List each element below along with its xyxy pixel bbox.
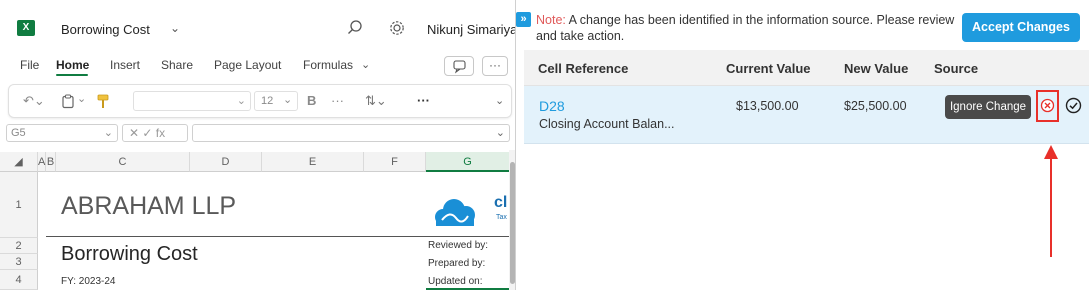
tab-file[interactable]: File — [20, 58, 39, 72]
sort-filter-icon[interactable]: ⇅⌄ — [365, 93, 387, 109]
name-box[interactable]: G5 ⌄ — [6, 124, 118, 142]
column-header-e[interactable]: E — [262, 152, 364, 172]
excel-window: X Borrowing Cost ⌄ Nikunj Simariya File … — [0, 0, 516, 290]
company-name-cell[interactable]: ABRAHAM LLP — [61, 192, 236, 221]
updated-on-cell[interactable]: Updated on: — [428, 276, 483, 287]
row-header-2[interactable]: 2 — [0, 238, 38, 254]
excel-titlebar: X Borrowing Cost ⌄ Nikunj Simariya — [0, 0, 515, 50]
tab-home[interactable]: Home — [56, 58, 89, 72]
cell-reference-link[interactable]: D28 — [539, 98, 565, 114]
gear-icon[interactable] — [388, 19, 406, 37]
column-header-g[interactable]: G — [426, 152, 510, 172]
header-divider — [46, 236, 510, 237]
firm-logo-subtext: Tax — [496, 214, 507, 221]
reviewed-by-cell[interactable]: Reviewed by: — [428, 240, 488, 251]
document-title[interactable]: Borrowing Cost — [61, 22, 150, 37]
changes-table-header: Cell Reference Current Value New Value S… — [524, 50, 1089, 86]
screenshot-root: X Borrowing Cost ⌄ Nikunj Simariya File … — [0, 0, 1089, 290]
formula-input[interactable]: ⌄ — [192, 124, 510, 142]
font-size-value: 12 — [261, 95, 274, 107]
ignore-change-tooltip: Ignore Change — [945, 95, 1031, 119]
column-header-b[interactable]: B — [46, 152, 56, 172]
clipboard-icon[interactable] — [61, 94, 75, 109]
user-name[interactable]: Nikunj Simariya — [427, 22, 515, 37]
font-size-select[interactable]: 12 ⌄ — [254, 91, 298, 111]
ribbon-expand-chevron-icon[interactable]: ⌄ — [495, 94, 504, 107]
fiscal-year-cell[interactable]: FY: 2023-24 — [61, 276, 115, 287]
comments-button[interactable] — [444, 56, 474, 76]
formula-expand-chevron-icon: ⌄ — [495, 127, 505, 139]
more-tabs-chevron-icon[interactable]: ⌄ — [361, 58, 370, 71]
tab-formulas[interactable]: Formulas — [303, 58, 353, 72]
tab-page-layout[interactable]: Page Layout — [214, 58, 281, 72]
accept-change-icon[interactable] — [1065, 97, 1082, 114]
overflow-menu-icon[interactable]: ··· — [417, 93, 430, 108]
row-header-3[interactable]: 3 — [0, 254, 38, 270]
active-tab-indicator — [56, 74, 88, 76]
change-review-panel: » Note: A change has been identified in … — [516, 0, 1089, 290]
home-ribbon-toolbar: ↶⌄ ⌄ ⌄ 12 ⌄ B ··· ⇅⌄ ··· ⌄ — [8, 84, 512, 118]
font-size-chevron-icon: ⌄ — [283, 94, 293, 106]
name-box-value: G5 — [11, 127, 26, 139]
collapse-panel-button[interactable]: » — [516, 12, 531, 27]
current-value: $13,500.00 — [736, 99, 799, 113]
prepared-by-cell[interactable]: Prepared by: — [428, 258, 485, 269]
ignore-change-icon[interactable] — [1040, 98, 1055, 113]
bold-button[interactable]: B — [307, 93, 316, 108]
accept-changes-button[interactable]: Accept Changes — [962, 13, 1080, 42]
name-box-chevron-icon: ⌄ — [103, 127, 113, 139]
clipboard-chevron-icon[interactable]: ⌄ — [77, 92, 86, 105]
formula-bar: G5 ⌄ ✕ ✓ fx ⌄ — [0, 122, 515, 144]
search-icon[interactable] — [346, 19, 364, 37]
column-header-c[interactable]: C — [56, 152, 190, 172]
undo-icon[interactable]: ↶⌄ — [23, 93, 45, 109]
change-notice: Note: A change has been identified in th… — [536, 12, 956, 44]
sheet-heading-cell[interactable]: Borrowing Cost — [61, 243, 198, 266]
table-row: D28 Closing Account Balan... $13,500.00 … — [524, 86, 1089, 144]
formula-actions[interactable]: ✕ ✓ fx — [122, 124, 188, 142]
note-label: Note: — [536, 13, 566, 27]
format-painter-icon[interactable] — [97, 94, 109, 109]
note-text: A change has been identified in the info… — [536, 13, 955, 43]
tab-share[interactable]: Share — [161, 58, 193, 72]
column-new-value: New Value — [844, 61, 909, 76]
font-family-select[interactable]: ⌄ — [133, 91, 251, 111]
more-font-options-icon[interactable]: ··· — [331, 93, 344, 108]
cell-description: Closing Account Balan... — [539, 117, 675, 131]
row-header-1[interactable]: 1 — [0, 172, 38, 238]
vertical-scrollbar-thumb[interactable] — [510, 162, 515, 284]
column-header-a[interactable]: A — [38, 152, 46, 172]
column-header-f[interactable]: F — [364, 152, 426, 172]
tab-insert[interactable]: Insert — [110, 58, 140, 72]
new-value: $25,500.00 — [844, 99, 907, 113]
column-cell-reference: Cell Reference — [538, 61, 629, 76]
more-options-button[interactable]: ··· — [482, 56, 508, 76]
annotation-arrow — [1044, 145, 1058, 257]
column-current-value: Current Value — [726, 61, 811, 76]
select-all-corner[interactable]: ◢ — [0, 152, 38, 172]
font-chevron-icon: ⌄ — [236, 95, 246, 107]
firm-logo-icon — [435, 199, 475, 226]
comment-icon — [453, 60, 466, 74]
excel-logo-icon: X — [17, 20, 35, 36]
firm-logo-text: cl — [494, 194, 508, 211]
chevron-down-icon[interactable]: ⌄ — [170, 21, 180, 35]
row-header-4[interactable]: 4 — [0, 270, 38, 290]
column-header-d[interactable]: D — [190, 152, 262, 172]
spreadsheet-grid: ◢ A B C D E F G 1 2 3 4 ABRAHAM LLP Borr… — [0, 152, 515, 290]
column-source: Source — [934, 61, 979, 76]
